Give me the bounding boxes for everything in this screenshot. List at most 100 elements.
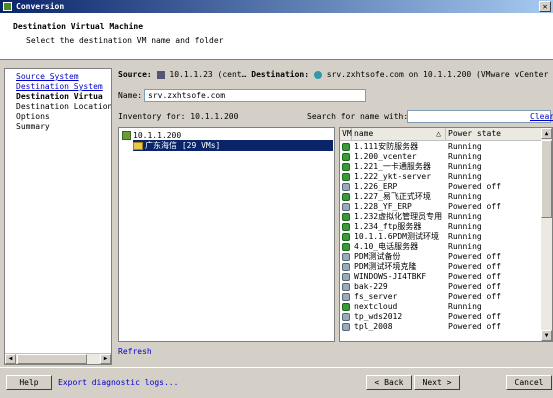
col-vm-icon[interactable]: VM xyxy=(340,128,352,141)
sidebar-item-options: Options xyxy=(16,112,50,121)
vm-row[interactable]: 1.226_ERP Powered off xyxy=(340,182,543,192)
vm-power-state: Running xyxy=(448,162,482,171)
export-diagnostic-logs-link[interactable]: Export diagnostic logs... xyxy=(58,378,178,387)
vm-row[interactable]: fs_server Powered off xyxy=(340,292,543,302)
sidebar-horizontal-scrollbar[interactable]: ◀ ▶ xyxy=(5,353,111,364)
vm-running-icon xyxy=(342,193,350,201)
vm-name: nextcloud xyxy=(354,302,398,311)
vm-name: 1.200_vcenter xyxy=(354,152,417,161)
vm-power-state: Running xyxy=(448,142,482,151)
vm-name: 1.227_易飞正式环境 xyxy=(354,192,431,201)
sidebar-item-source-system[interactable]: Source System xyxy=(16,72,79,81)
vm-power-state: Running xyxy=(448,302,482,311)
col-power-state[interactable]: Power state xyxy=(446,128,543,141)
vm-powered-off-icon xyxy=(342,183,350,191)
inventory-label: Inventory for: 10.1.1.200 xyxy=(118,112,239,121)
vm-power-state: Running xyxy=(448,242,482,251)
vm-running-icon xyxy=(342,223,350,231)
footer-divider xyxy=(0,367,553,368)
back-button[interactable]: < Back xyxy=(366,375,412,390)
close-button[interactable]: ✕ xyxy=(539,1,551,12)
vm-power-state: Powered off xyxy=(448,292,501,301)
vm-name: tp_wds2012 xyxy=(354,312,403,321)
vm-name: PDM测试环境克隆 xyxy=(354,262,417,271)
help-button[interactable]: Help xyxy=(6,375,52,390)
clear-link[interactable]: Clear xyxy=(530,112,553,121)
sidebar-item-destination-location: Destination Location xyxy=(16,102,112,111)
vm-row[interactable]: 10.1.1.6PDM测试环境 Running xyxy=(340,232,543,242)
vm-row[interactable]: WINDOWS-JI4TBKF Powered off xyxy=(340,272,543,282)
vm-name-input[interactable]: srv.zxhtsofe.com xyxy=(144,89,366,102)
scroll-down-icon[interactable]: ▼ xyxy=(541,330,552,341)
tree-node-datacenter-label: 广东海信 [29 VMs] xyxy=(145,141,221,150)
vm-list-scrollbar[interactable]: ▲ ▼ xyxy=(541,128,552,341)
vm-row[interactable]: 4.10_电话服务器 Running xyxy=(340,242,543,252)
vm-row[interactable]: tpl_2008 Powered off xyxy=(340,322,543,332)
vm-name: PDM测试备份 xyxy=(354,252,401,261)
destination-label: Destination: xyxy=(251,70,310,79)
vm-row[interactable]: bak-229 Powered off xyxy=(340,282,543,292)
sidebar-item-destination-system[interactable]: Destination System xyxy=(16,82,103,91)
next-button[interactable]: Next > xyxy=(414,375,460,390)
vm-row[interactable]: 1.228_YF_ERP Powered off xyxy=(340,202,543,212)
vm-name: 1.111安防服务器 xyxy=(354,142,419,151)
scroll-up-icon[interactable]: ▲ xyxy=(541,128,552,139)
vm-name: 1.232虚拟化管理员专用 xyxy=(354,212,443,221)
vm-row[interactable]: 1.200_vcenter Running xyxy=(340,152,543,162)
vm-powered-off-icon xyxy=(342,283,350,291)
vm-list-body: 1.111安防服务器 Running 1.200_vcenter Running 1.2… xyxy=(340,142,543,341)
vm-row[interactable]: 1.227_易飞正式环境 Running xyxy=(340,192,543,202)
vm-row[interactable]: PDM测试环境克隆 Powered off xyxy=(340,262,543,272)
vm-row[interactable]: tp_wds2012 Powered off xyxy=(340,312,543,322)
vm-running-icon xyxy=(342,153,350,161)
title-bar: Conversion ✕ xyxy=(0,0,553,13)
vm-list[interactable]: VM name △ Power state 1.111安防服务器 Running 1… xyxy=(339,127,553,342)
vm-power-state: Powered off xyxy=(448,322,501,331)
scrollbar-thumb[interactable] xyxy=(17,354,87,364)
vm-powered-off-icon xyxy=(342,253,350,261)
vm-powered-off-icon xyxy=(342,293,350,301)
vm-running-icon xyxy=(342,143,350,151)
vm-running-icon xyxy=(342,213,350,221)
sidebar-item-destination-virtual-machine: Destination Virtua xyxy=(16,92,103,101)
vm-name: 1.221_一卡通服务器 xyxy=(354,162,431,171)
cancel-button[interactable]: Cancel xyxy=(506,375,552,390)
vm-row[interactable]: nextcloud Running xyxy=(340,302,543,312)
col-name[interactable]: name △ xyxy=(352,128,446,141)
vm-power-state: Powered off xyxy=(448,202,501,211)
vm-running-icon xyxy=(342,233,350,241)
vm-name: fs_server xyxy=(354,292,398,301)
vm-name: 1.222_ykt-server xyxy=(354,172,432,181)
scrollbar-thumb[interactable] xyxy=(541,140,552,218)
scroll-left-icon[interactable]: ◀ xyxy=(5,354,16,364)
vm-row[interactable]: 1.232虚拟化管理员专用 Running xyxy=(340,212,543,222)
page-title: Destination Virtual Machine xyxy=(13,22,144,31)
vm-running-icon xyxy=(342,243,350,251)
vm-row[interactable]: 1.221_一卡通服务器 Running xyxy=(340,162,543,172)
wizard-steps-sidebar: Source System Destination System Destina… xyxy=(4,68,112,365)
scroll-right-icon[interactable]: ▶ xyxy=(100,354,111,364)
vm-name: 4.10_电话服务器 xyxy=(354,242,419,251)
vm-row[interactable]: 1.234_ftp服务器 Running xyxy=(340,222,543,232)
vm-powered-off-icon xyxy=(342,263,350,271)
sort-ascending-icon: △ xyxy=(436,129,441,138)
vm-name: WINDOWS-JI4TBKF xyxy=(354,272,427,281)
vm-power-state: Running xyxy=(448,172,482,181)
tree-node-datacenter[interactable]: 广东海信 [29 VMs] xyxy=(133,140,333,151)
tree-node-vcenter-label: 10.1.1.200 xyxy=(133,131,182,140)
vm-row[interactable]: 1.222_ykt-server Running xyxy=(340,172,543,182)
vm-power-state: Powered off xyxy=(448,262,501,271)
inventory-tree[interactable]: 10.1.1.200 广东海信 [29 VMs] xyxy=(118,127,335,342)
vm-name: 1.228_YF_ERP xyxy=(354,202,412,211)
vm-list-header: VM name △ Power state xyxy=(340,128,543,141)
vm-row[interactable]: 1.111安防服务器 Running xyxy=(340,142,543,152)
refresh-link[interactable]: Refresh xyxy=(118,347,152,356)
vm-power-state: Running xyxy=(448,222,482,231)
vm-row[interactable]: PDM测试备份 Powered off xyxy=(340,252,543,262)
wizard-header: Destination Virtual Machine Select the d… xyxy=(0,13,553,60)
vm-name: 1.234_ftp服务器 xyxy=(354,222,422,231)
vm-power-state: Running xyxy=(448,232,482,241)
source-server-icon xyxy=(156,70,165,79)
vm-power-state: Powered off xyxy=(448,252,501,261)
window-title: Conversion xyxy=(16,2,65,11)
